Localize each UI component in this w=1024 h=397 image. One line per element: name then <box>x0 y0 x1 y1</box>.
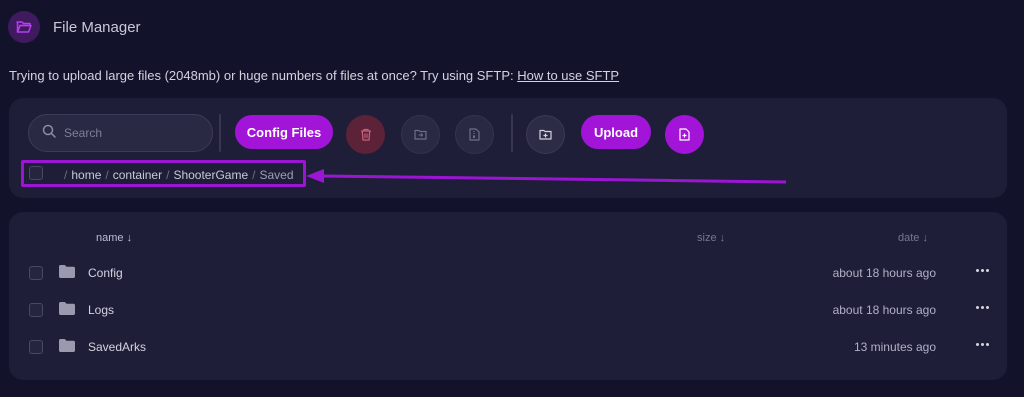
breadcrumb-separator: / <box>64 168 68 182</box>
column-header-date[interactable]: date ↓ <box>898 232 928 244</box>
page-title: File Manager <box>53 18 141 36</box>
folder-icon <box>59 339 75 357</box>
folder-plus-icon <box>539 129 552 140</box>
table-row[interactable]: Config about 18 hours ago <box>9 255 1007 291</box>
breadcrumb-saved: Saved <box>259 168 294 182</box>
folder-move-icon <box>414 129 427 140</box>
table-row[interactable]: Logs about 18 hours ago <box>9 292 1007 328</box>
file-name[interactable]: Logs <box>88 303 114 317</box>
column-header-size[interactable]: size ↓ <box>697 232 725 244</box>
sftp-help-link[interactable]: How to use SFTP <box>517 68 619 83</box>
more-options-icon[interactable] <box>974 337 990 351</box>
sftp-notice: Trying to upload large files (2048mb) or… <box>9 68 619 83</box>
folder-icon <box>59 265 75 283</box>
row-checkbox[interactable] <box>29 303 43 317</box>
breadcrumb-home[interactable]: home <box>71 168 101 182</box>
folder-open-icon <box>8 11 40 43</box>
new-file-button[interactable] <box>665 115 704 154</box>
file-date: 13 minutes ago <box>853 340 936 354</box>
breadcrumb-separator: / <box>105 168 109 182</box>
breadcrumb-separator: / <box>252 168 256 182</box>
new-folder-button[interactable] <box>526 115 565 154</box>
file-date: about 18 hours ago <box>832 303 936 317</box>
app-header: File Manager <box>8 11 141 43</box>
breadcrumb: / home / container / ShooterGame / Saved <box>64 168 294 182</box>
file-plus-icon <box>679 128 690 141</box>
row-checkbox[interactable] <box>29 340 43 354</box>
column-header-name[interactable]: name ↓ <box>96 232 132 244</box>
toolbar-divider <box>219 114 221 152</box>
search-input[interactable] <box>64 126 194 140</box>
search-icon <box>42 124 56 143</box>
upload-button[interactable]: Upload <box>581 115 651 149</box>
delete-button[interactable] <box>346 115 385 154</box>
toolbar-panel: Config Files Upload / home / container /… <box>9 98 1007 198</box>
config-files-button[interactable]: Config Files <box>235 115 333 149</box>
file-date: about 18 hours ago <box>832 266 936 280</box>
more-options-icon[interactable] <box>974 300 990 314</box>
move-button[interactable] <box>401 115 440 154</box>
file-name[interactable]: SavedArks <box>88 340 146 354</box>
table-row[interactable]: SavedArks 13 minutes ago <box>9 329 1007 365</box>
search-box[interactable] <box>28 114 213 152</box>
row-checkbox[interactable] <box>29 266 43 280</box>
breadcrumb-shootergame[interactable]: ShooterGame <box>173 168 248 182</box>
sftp-notice-text: Trying to upload large files (2048mb) or… <box>9 68 518 83</box>
more-options-icon[interactable] <box>974 263 990 277</box>
archive-button[interactable] <box>455 115 494 154</box>
breadcrumb-separator: / <box>166 168 170 182</box>
file-list-panel: name ↓ size ↓ date ↓ Config about 18 hou… <box>9 212 1007 380</box>
trash-icon <box>360 128 371 141</box>
file-archive-icon <box>469 128 480 141</box>
toolbar-divider <box>511 114 513 152</box>
breadcrumb-container[interactable]: container <box>113 168 162 182</box>
file-name[interactable]: Config <box>88 266 123 280</box>
folder-icon <box>59 302 75 320</box>
